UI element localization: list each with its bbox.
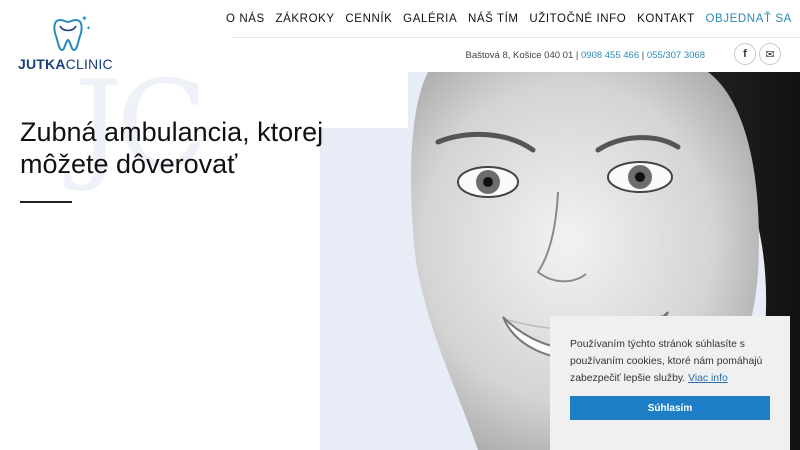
phone-link-2[interactable]: 055/307 3068 xyxy=(647,50,705,61)
nav-item-galeria[interactable]: GALÉRIA xyxy=(403,13,457,25)
nav-item-o-nas[interactable]: O NÁS xyxy=(226,13,265,25)
nav-divider xyxy=(232,37,800,38)
contact-line: Baštová 8, Košice 040 01 | 0908 455 466 … xyxy=(465,50,706,61)
headline-underline xyxy=(20,201,72,203)
tooth-logo-icon: ✦ ✦ xyxy=(53,14,91,52)
nav-item-nas-tim[interactable]: NÁŠ TÍM xyxy=(468,13,519,25)
cookie-banner: Používaním týchto stránok súhlasíte s po… xyxy=(550,316,790,450)
hero-headline-line-2: môžete dôverovať xyxy=(20,149,238,179)
email-icon[interactable]: ✉ xyxy=(759,43,781,65)
facebook-icon[interactable]: f xyxy=(734,43,756,65)
hero-headline: Zubná ambulancia, ktorej môžete dôverova… xyxy=(20,116,323,180)
nav-item-cennik[interactable]: CENNÍK xyxy=(345,13,392,25)
phone-link-1[interactable]: 0908 455 466 xyxy=(581,50,639,61)
nav-item-kontakt[interactable]: KONTAKT xyxy=(637,13,695,25)
nav-item-uzitocne-info[interactable]: UŽITOČNÉ INFO xyxy=(529,13,626,25)
svg-text:✦: ✦ xyxy=(86,25,91,32)
hero-headline-line-1: Zubná ambulancia, ktorej xyxy=(20,117,324,147)
main-nav: O NÁS ZÁKROKY CENNÍK GALÉRIA NÁŠ TÍM UŽI… xyxy=(226,12,792,26)
cookie-text: Používaním týchto stránok súhlasíte s po… xyxy=(570,339,763,384)
nav-item-zakroky[interactable]: ZÁKROKY xyxy=(276,13,335,25)
nav-item-objednat-sa[interactable]: OBJEDNAŤ SA xyxy=(705,13,791,25)
cookie-more-info-link[interactable]: Viac info xyxy=(688,373,728,384)
cookie-accept-button[interactable]: Súhlasím xyxy=(570,396,770,420)
svg-text:✦: ✦ xyxy=(81,14,88,23)
address: Baštová 8, Košice 040 01 xyxy=(465,50,574,61)
